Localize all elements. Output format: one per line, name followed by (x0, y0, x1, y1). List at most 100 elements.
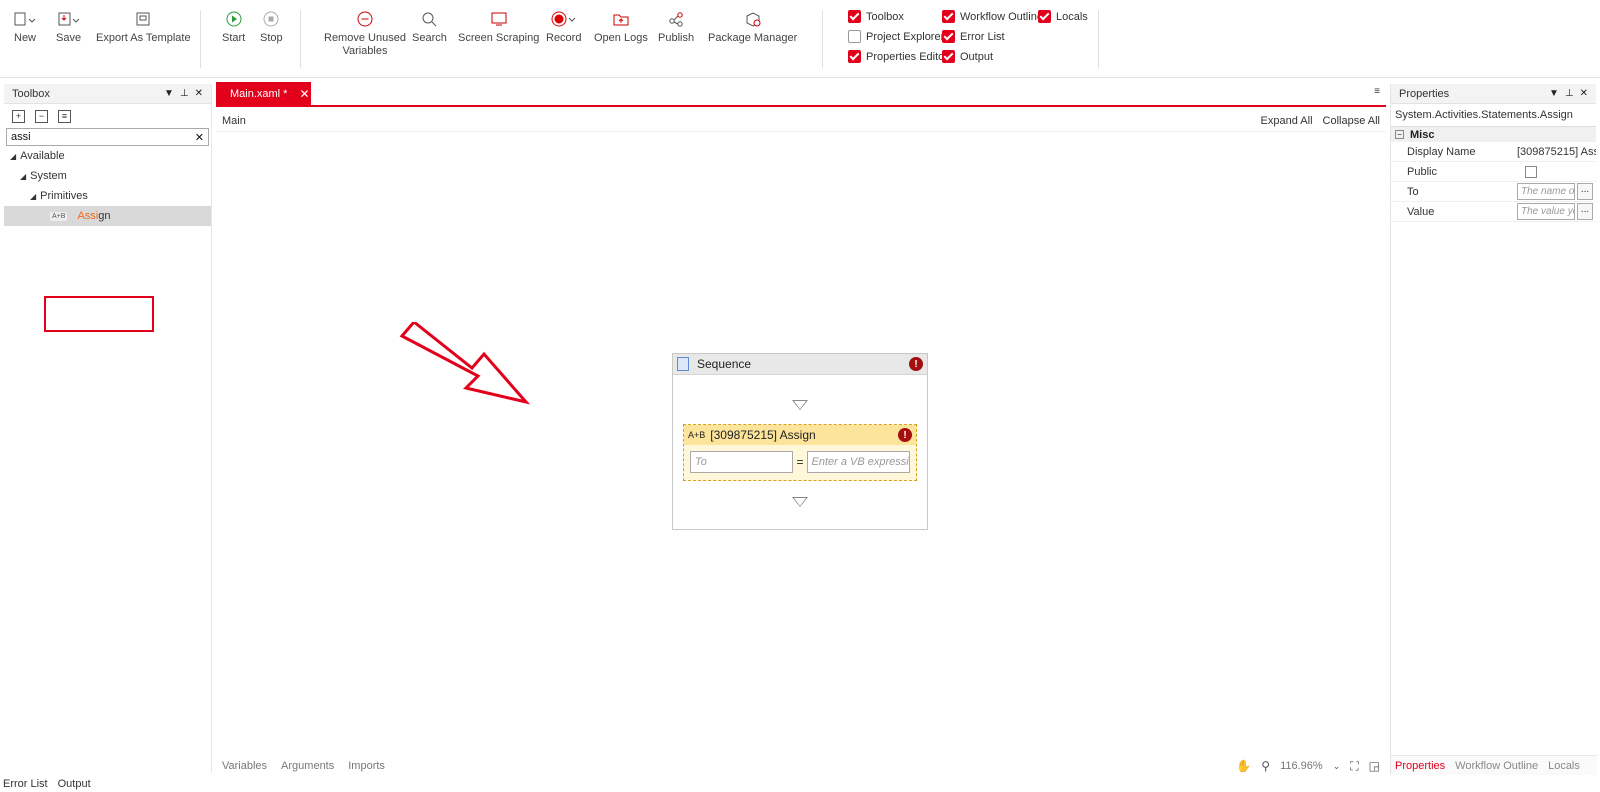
checkbox-project-explorer[interactable] (848, 30, 861, 43)
package-manager-button[interactable]: Package Manager (708, 6, 797, 45)
toolbox-search-input[interactable]: assi ✕ (6, 128, 209, 146)
pin-icon[interactable]: ⊥ (1565, 88, 1574, 99)
start-label: Start (222, 32, 246, 44)
tree-node-primitives[interactable]: ◢ Primitives (4, 186, 211, 206)
toggle-locals-label: Locals (1056, 10, 1088, 23)
remove-unused-label-1: Remove Unused (324, 32, 406, 44)
close-icon[interactable]: ✕ (1580, 88, 1588, 99)
property-to-input[interactable]: The name of (1517, 183, 1575, 200)
panel-menu-icon[interactable]: ▼ (164, 88, 174, 99)
workflow-designer-canvas[interactable]: Sequence ! A+B [309875215] Assign ! To =… (216, 132, 1386, 757)
package-manager-label: Package Manager (708, 32, 798, 44)
properties-type-name: System.Activities.Statements.Assign (1395, 109, 1573, 121)
pin-icon[interactable]: ⊥ (180, 88, 189, 99)
record-button[interactable]: Record (546, 6, 581, 45)
toggle-project-explorer[interactable]: Project Explorer (848, 30, 944, 43)
toolbox-header: Toolbox ▼ ⊥ ✕ (4, 84, 211, 104)
remove-unused-variables-button[interactable]: Remove Unused Variables (324, 6, 406, 58)
toggle-workflow-outline[interactable]: Workflow Outline (942, 10, 1043, 23)
tree-item-assign[interactable]: A+B Assi gn (4, 206, 211, 226)
fit-to-screen-icon[interactable]: ⛶ (1350, 759, 1358, 774)
expand-all-link[interactable]: Expand All (1261, 115, 1313, 127)
imports-tab[interactable]: Imports (348, 760, 385, 772)
property-value-ellipsis-button[interactable]: ... (1577, 203, 1593, 220)
sequence-activity[interactable]: Sequence ! A+B [309875215] Assign ! To =… (672, 353, 928, 530)
clear-search-icon[interactable]: ✕ (195, 131, 204, 144)
tab-workflow-outline[interactable]: Workflow Outline (1455, 760, 1538, 772)
close-tab-icon[interactable]: ✕ (299, 87, 309, 101)
red-arrow-annotation (399, 322, 531, 405)
drop-target-arrow-icon[interactable] (792, 497, 808, 507)
save-button[interactable]: Save (56, 6, 81, 45)
search-button[interactable]: Search (412, 6, 447, 45)
toggle-error-list[interactable]: Error List (942, 30, 1005, 43)
toggle-properties-editor[interactable]: Properties Editor (848, 50, 948, 63)
tab-properties[interactable]: Properties (1395, 760, 1445, 772)
pan-hand-icon[interactable]: ✋ (1236, 759, 1251, 773)
checkbox-error-list[interactable] (942, 30, 955, 43)
toolbox-title: Toolbox (12, 87, 50, 100)
category-misc-label: Misc (1410, 128, 1435, 141)
toggle-output-label: Output (960, 50, 994, 63)
property-value-input[interactable]: The value yo (1517, 203, 1575, 220)
tab-output[interactable]: Output (58, 778, 91, 790)
tree-node-available[interactable]: ◢ Available (4, 146, 211, 166)
checkbox-output[interactable] (942, 50, 955, 63)
expand-all-icon[interactable]: + (12, 109, 25, 123)
publish-button[interactable]: Publish (658, 6, 694, 45)
category-misc[interactable]: − Misc (1391, 126, 1596, 142)
sequence-header: Sequence ! (673, 354, 927, 375)
assign-value-input[interactable]: Enter a VB expression (806, 451, 910, 473)
property-display-name-value[interactable]: [309875215] Assign (1517, 146, 1596, 158)
list-view-icon[interactable]: ≡ (58, 109, 71, 123)
tab-error-list[interactable]: Error List (3, 778, 48, 790)
checkbox-workflow-outline[interactable] (942, 10, 955, 23)
property-public-key: Public (1407, 165, 1437, 178)
stop-button[interactable]: Stop (260, 6, 283, 45)
tab-list-icon[interactable]: ≡ (1374, 86, 1380, 97)
property-to-ellipsis-button[interactable]: ... (1577, 183, 1593, 200)
expanded-arrow-icon: ◢ (20, 171, 27, 181)
start-button[interactable]: Start (222, 6, 245, 45)
checkbox-locals[interactable] (1038, 10, 1051, 23)
zoom-dropdown-chevron-icon[interactable]: ⌄ (1333, 761, 1341, 772)
stop-icon (263, 6, 279, 32)
error-icon[interactable]: ! (898, 428, 912, 442)
panel-menu-icon[interactable]: ▼ (1549, 88, 1559, 99)
folder-icon (612, 6, 630, 32)
screen-scraping-button[interactable]: Screen Scraping (458, 6, 539, 45)
toggle-workflow-outline-label: Workflow Outline (960, 10, 1043, 23)
open-logs-button[interactable]: Open Logs (594, 6, 648, 45)
share-icon (668, 6, 684, 32)
close-icon[interactable]: ✕ (195, 88, 203, 99)
breadcrumb[interactable]: Main (222, 115, 246, 127)
toggle-toolbox[interactable]: Toolbox (848, 10, 904, 23)
ribbon-separator (300, 10, 301, 68)
assign-to-input[interactable]: To (690, 451, 794, 473)
zoom-icon[interactable]: ⚲ (1261, 759, 1270, 773)
property-public: Public (1391, 162, 1596, 182)
zoom-level[interactable]: 116.96% (1280, 760, 1323, 772)
arguments-tab[interactable]: Arguments (281, 760, 334, 772)
screen-scraping-icon (490, 6, 508, 32)
error-icon[interactable]: ! (909, 357, 923, 371)
checkbox-properties-editor[interactable] (848, 50, 861, 63)
overview-map-icon[interactable]: ◲ (1369, 759, 1380, 773)
collapse-category-icon[interactable]: − (1395, 130, 1404, 139)
drop-target-arrow-icon[interactable] (792, 400, 808, 410)
export-template-label: Export As Template (96, 32, 191, 44)
toggle-locals[interactable]: Locals (1038, 10, 1088, 23)
public-checkbox[interactable] (1525, 165, 1537, 178)
new-button[interactable]: New (14, 6, 36, 45)
toggle-output[interactable]: Output (942, 50, 993, 63)
collapse-all-link[interactable]: Collapse All (1323, 115, 1380, 127)
sequence-title: Sequence (697, 357, 752, 371)
checkbox-toolbox[interactable] (848, 10, 861, 23)
assign-activity[interactable]: A+B [309875215] Assign ! To = Enter a VB… (683, 424, 917, 481)
tab-locals[interactable]: Locals (1548, 760, 1580, 772)
variables-tab[interactable]: Variables (222, 760, 267, 772)
export-template-button[interactable]: Export As Template (96, 6, 191, 45)
tab-main-xaml[interactable]: Main.xaml * ✕ (216, 82, 311, 105)
collapse-all-icon[interactable]: − (35, 109, 48, 123)
tree-node-system[interactable]: ◢ System (4, 166, 211, 186)
